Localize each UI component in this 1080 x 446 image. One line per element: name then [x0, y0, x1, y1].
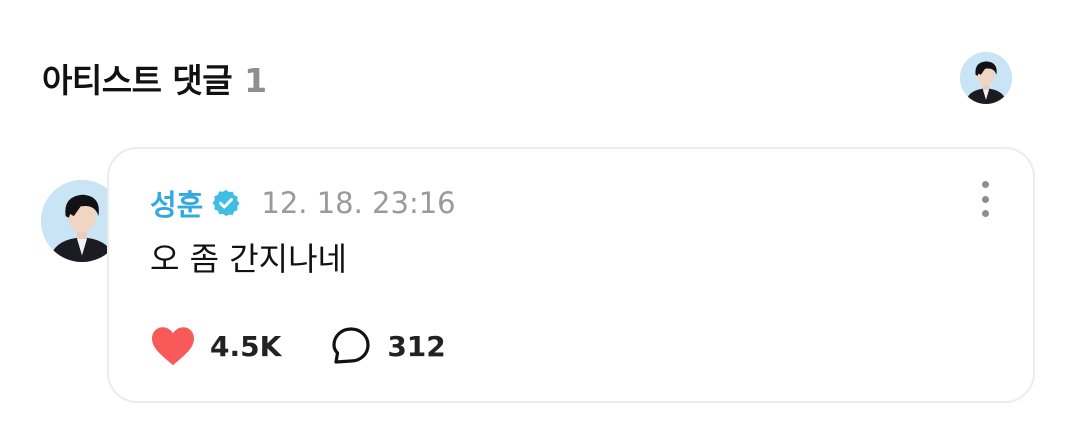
- comment-actions: 4.5K 312: [150, 325, 446, 367]
- more-options-button[interactable]: [978, 181, 992, 217]
- more-vertical-icon: [981, 181, 989, 188]
- reply-button[interactable]: 312: [329, 325, 446, 367]
- profile-photo: [960, 52, 1012, 104]
- like-button[interactable]: 4.5K: [150, 325, 281, 367]
- comment-text: 오 좀 간지나네: [150, 240, 347, 278]
- speech-bubble-icon: [332, 327, 370, 364]
- verified-badge-icon: [212, 189, 240, 217]
- comment-author[interactable]: 성훈: [150, 182, 203, 224]
- heart-icon: [152, 327, 194, 366]
- like-count: 4.5K: [210, 329, 282, 363]
- reply-count: 312: [387, 329, 446, 363]
- comment-timestamp: 12. 18. 23:16: [261, 186, 456, 220]
- comment-header: 성훈 12. 18. 23:16: [150, 182, 456, 224]
- comment-card: 성훈 12. 18. 23:16 오 좀 간지나네 4.5K 312: [107, 147, 1035, 403]
- comment-count: 1: [244, 61, 267, 100]
- section-title-label: 아티스트 댓글: [42, 61, 233, 100]
- section-title: 아티스트 댓글 1: [42, 54, 267, 102]
- artist-avatar[interactable]: [960, 52, 1012, 104]
